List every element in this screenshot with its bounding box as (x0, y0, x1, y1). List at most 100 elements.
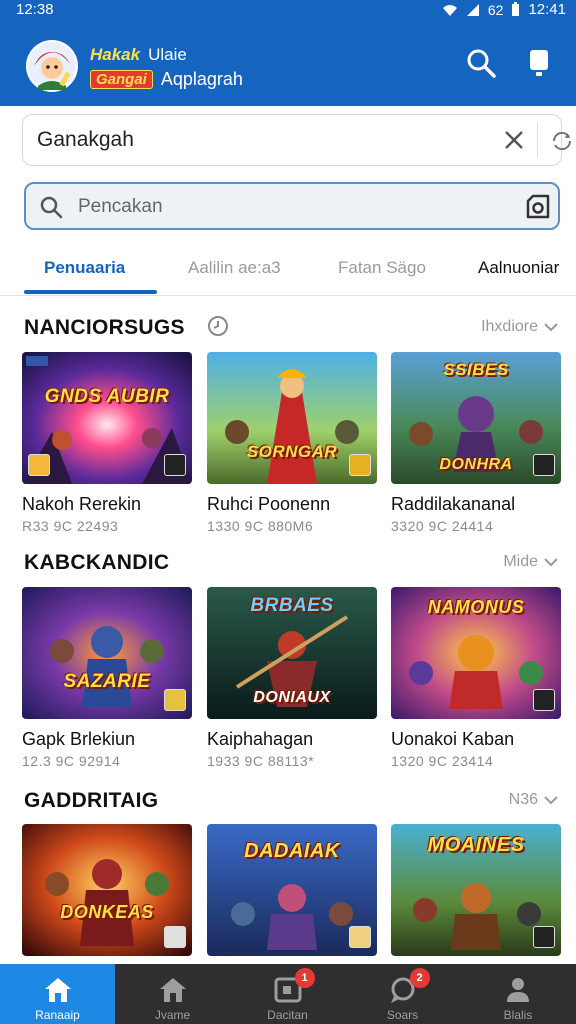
camera-icon[interactable] (524, 193, 552, 221)
nav-item-dacitan[interactable]: 1 Dacitan (230, 964, 345, 1024)
game-badge-icon (349, 926, 371, 948)
field-divider (537, 123, 538, 157)
clock-icon (208, 316, 228, 336)
search-input[interactable]: Pencakan (24, 182, 560, 230)
game-badge-icon (349, 454, 371, 476)
section-more-link[interactable]: N36 (509, 791, 558, 809)
bottom-nav: Ranaaip Jvame 1 Dacitan 2 Soars Blalis (0, 964, 576, 1024)
tab-penuaaria[interactable]: Penuaaria (44, 258, 125, 278)
game-card[interactable]: NAMONUS Uonakoi Kaban 1320 9C 23414 (391, 587, 561, 769)
wifi-icon (442, 4, 457, 16)
game-thumbnail: GNDS AUBIR (22, 352, 192, 484)
game-name: Ruhci Poonenn (207, 494, 331, 514)
nav-item-blalis[interactable]: Blalis (460, 964, 576, 1024)
game-card[interactable]: SSIBES DONHRA Raddilakananal 3320 9C 244… (391, 352, 561, 534)
nav-label: Soars (386, 1008, 419, 1022)
close-icon[interactable] (501, 127, 527, 153)
game-thumbnail: MOAINES (391, 824, 561, 956)
section-more-label: N36 (508, 791, 538, 808)
home-outline-icon (159, 978, 186, 1002)
game-thumbnail: DONKEAS (22, 824, 192, 956)
game-name: Uonakoi Kaban (391, 729, 515, 749)
game-thumbnail: SAZARIE (22, 587, 192, 719)
app-bar: Hakak Ulaie Gangai Aqplagrah (0, 22, 576, 106)
game-card[interactable]: GNDS AUBIR Nakoh Rerekin R33 9C 22493 (22, 352, 192, 534)
game-art-title: DONIAUX (253, 689, 331, 706)
game-art-title: GNDS AUBIR (44, 386, 170, 407)
section-title: NANCIORSUGS (24, 316, 185, 339)
battery-icon (512, 2, 520, 16)
game-meta: 1320 9C 23414 (391, 753, 494, 769)
tab-aalnuoniar[interactable]: Aalnuoniar (478, 258, 559, 278)
section-more-label: Ihxdiore (481, 318, 538, 335)
game-name: Gapk Brlekiun (22, 729, 136, 749)
refresh-icon[interactable] (549, 128, 575, 154)
game-thumbnail: BRBAES DONIAUX (207, 587, 377, 719)
game-badge-icon (164, 454, 186, 476)
game-card[interactable]: DONKEAS (22, 824, 192, 956)
game-art-title: NAMONUS (427, 597, 525, 617)
game-art-title: DADAIAK (244, 840, 340, 862)
signal-icon (466, 3, 479, 16)
chevron-down-icon (544, 558, 558, 567)
game-badge-icon (28, 454, 50, 476)
game-badge-icon (533, 689, 555, 711)
game-card[interactable]: SAZARIE Gapk Brlekiun 12.3 9C 92914 (22, 587, 192, 769)
game-thumbnail: NAMONUS (391, 587, 561, 719)
search-placeholder: Pencakan (78, 196, 163, 217)
notification-icon (530, 50, 548, 76)
game-meta: R33 9C 22493 (22, 518, 119, 534)
status-time: 12:38 (16, 1, 54, 18)
search-icon (467, 49, 496, 78)
game-badge-icon (533, 454, 555, 476)
section-more-link[interactable]: Mide (503, 553, 558, 571)
game-art-title: DONKEAS (60, 902, 154, 922)
nav-label: Dacitan (267, 1008, 308, 1022)
brand-line2b: Aqplagrah (160, 68, 243, 89)
status-bar: 12:38 62 12:41 (0, 0, 576, 22)
notification-badge: 1 (294, 968, 315, 988)
game-art-title: MOAINES (427, 834, 525, 856)
chevron-down-icon (544, 796, 558, 805)
game-meta: 1330 9C 880M6 (207, 518, 314, 534)
game-badge-icon (164, 689, 186, 711)
tab-fatan-sago[interactable]: Fatan Sägo (338, 258, 426, 278)
brand-line1a: Hakak (90, 45, 141, 64)
game-art-title-top: SSIBES (443, 360, 509, 379)
app-brand: Hakak Ulaie Gangai Aqplagrah (90, 44, 243, 90)
brand-line2a: Gangai (90, 69, 153, 89)
game-thumbnail: SORNGAR (207, 352, 377, 484)
nav-item-home[interactable]: Ranaaip (0, 964, 115, 1024)
nav-label: Ranaaip (35, 1008, 80, 1022)
game-name: Kaiphahagan (207, 729, 314, 749)
game-meta: 1933 9C 88113* (207, 753, 315, 769)
section-title: GADDRITAIG (24, 789, 159, 812)
brand-line1b: Ulaie (148, 45, 187, 64)
game-name: Raddilakananal (391, 494, 516, 514)
tab-active-indicator (24, 290, 157, 294)
search-button[interactable] (464, 46, 498, 80)
game-card[interactable]: SORNGAR Ruhci Poonenn 1330 9C 880M6 (207, 352, 377, 534)
tab-aalilin[interactable]: Aalilin ae:a3 (188, 258, 281, 278)
section-title: KABCKANDIC (24, 551, 170, 574)
game-name: Nakoh Rerekin (22, 494, 142, 514)
notification-badge: 2 (409, 968, 430, 988)
status-time-right: 12:41 (528, 1, 566, 18)
section-more-label: Mide (503, 553, 538, 570)
nav-item-jvame[interactable]: Jvame (115, 964, 230, 1024)
nav-item-soars[interactable]: 2 Soars (345, 964, 460, 1024)
app-logo-icon (26, 40, 78, 92)
home-icon (44, 978, 71, 1002)
chevron-down-icon (544, 323, 558, 332)
game-card[interactable]: BRBAES DONIAUX Kaiphahagan 1933 9C 88113… (207, 587, 377, 769)
game-meta: 12.3 9C 92914 (22, 753, 121, 769)
game-card[interactable]: DADAIAK (207, 824, 377, 956)
game-badge-icon (533, 926, 555, 948)
section-more-link[interactable]: Ihxdiore (481, 318, 558, 336)
battery-level: 62 (487, 1, 504, 18)
query-field[interactable]: Ganakgah (22, 114, 572, 166)
game-thumbnail: SSIBES DONHRA (391, 352, 561, 484)
profile-icon (507, 978, 529, 1002)
notification-button[interactable] (522, 46, 556, 80)
game-card[interactable]: MOAINES (391, 824, 561, 956)
